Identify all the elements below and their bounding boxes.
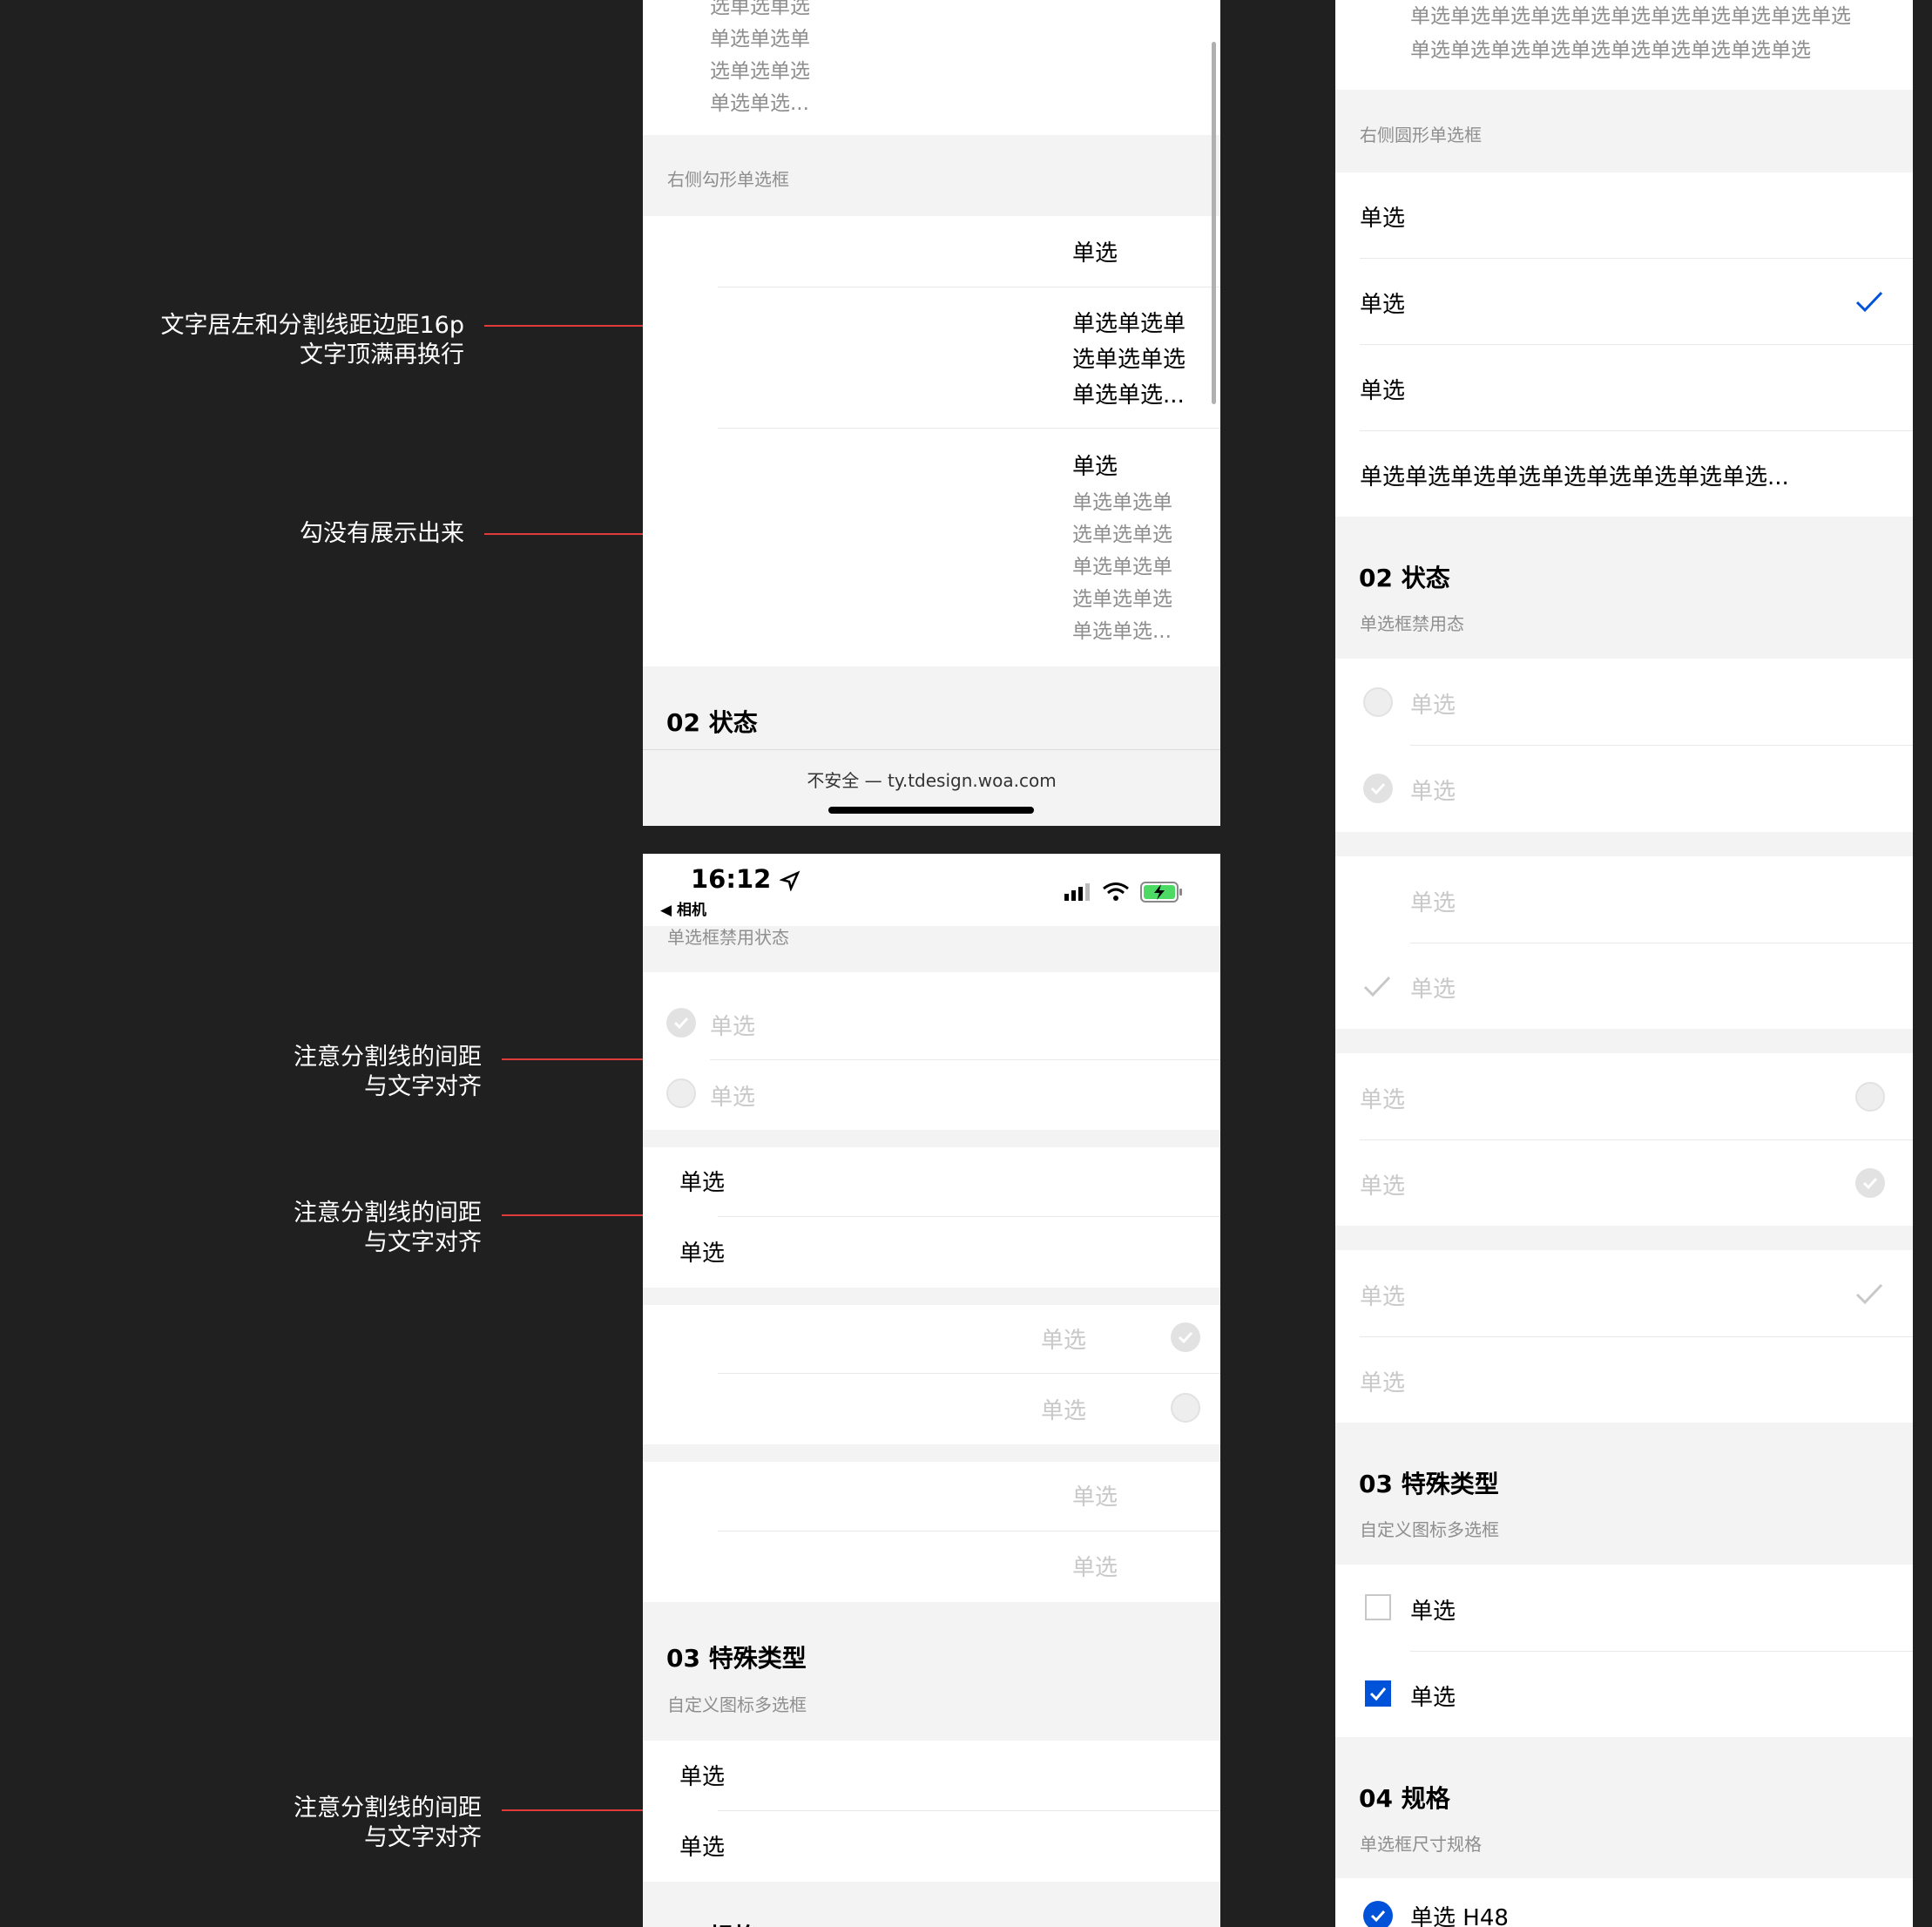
item-description: 单选单选单选单选单选单选单选单选单选单选单选 单选单选单选单选单选单选单选单选单… <box>1410 5 1851 62</box>
battery-charging-icon <box>1140 882 1182 903</box>
radio-item-label: 单选 <box>1360 1173 1406 1200</box>
disabled-checked-radio-icon <box>1855 1168 1885 1198</box>
radio-item-label: 单选 <box>1360 1087 1406 1113</box>
section-gap <box>1335 832 1913 856</box>
checkbox-checked-icon[interactable] <box>1365 1680 1391 1707</box>
checkbox-item-label[interactable]: 单选 <box>1410 1593 1456 1626</box>
back-to-app[interactable]: ◀ 相机 <box>660 897 706 919</box>
annotation-tick-missing: 勾没有展示出来 <box>300 520 464 547</box>
phone-screenshot-c: 单选单选单选单选单选单选单选单选单选单选单选 单选单选单选单选单选单选单选单选单… <box>1335 0 1913 1927</box>
scrollbar[interactable] <box>1212 42 1216 404</box>
radio-item-label: 单选 <box>1360 1284 1406 1310</box>
section-subtitle: 单选框尺寸规格 <box>1360 1834 1482 1855</box>
checked-radio-icon[interactable] <box>1363 1901 1393 1927</box>
checkbox-icon[interactable] <box>1365 1594 1391 1620</box>
radio-item-label[interactable]: 单选 <box>1360 373 1405 405</box>
divider <box>1360 1139 1913 1140</box>
annotation-divider-spacing: 注意分割线的间距 与文字对齐 <box>294 1044 482 1100</box>
radio-item-label[interactable]: 单选 <box>1360 200 1405 233</box>
home-indicator <box>828 807 1034 814</box>
section-subtitle: 自定义图标多选框 <box>667 1694 807 1715</box>
disabled-checked-radio-icon <box>666 1008 696 1038</box>
section-title: 03 特殊类型 <box>666 1644 807 1673</box>
divider <box>1360 430 1913 431</box>
radio-item-label: 单选 <box>1410 693 1456 719</box>
checkbox-item-label[interactable]: 单选 <box>679 1759 725 1791</box>
section-subtitle: 单选框禁用态 <box>1360 613 1464 634</box>
section-gap <box>643 1130 1220 1147</box>
radio-item-label: 单选 <box>1041 1328 1087 1354</box>
item-description: 选单选单选 单选单选单 选单选单选 单选单选... <box>710 0 810 115</box>
divider <box>718 1373 1220 1374</box>
divider <box>1360 1336 1913 1337</box>
annotation-divider-spacing: 注意分割线的间距 与文字对齐 <box>294 1200 482 1256</box>
divider <box>1360 344 1913 345</box>
url-bar[interactable]: 不安全 — ty.tdesign.woa.com <box>643 767 1220 792</box>
browser-bar-top-border <box>643 749 1220 750</box>
radio-item-label[interactable]: 单选单选单 选单选单选 单选单选... <box>1072 307 1186 414</box>
disabled-check-mark-icon <box>1855 1283 1883 1305</box>
disabled-checked-radio-icon <box>1171 1322 1200 1352</box>
disabled-radio-icon <box>1171 1393 1200 1423</box>
disabled-check-mark-icon <box>1363 976 1391 997</box>
checkbox-item-label[interactable]: 单选 <box>679 1829 725 1862</box>
radio-item-label[interactable]: 单选 <box>679 1165 725 1197</box>
radio-item-label: 单选 <box>710 1085 756 1111</box>
signal-icon <box>1064 883 1090 901</box>
divider <box>1360 258 1913 259</box>
radio-item-label: 单选 <box>1410 977 1456 1003</box>
divider <box>1410 745 1913 746</box>
radio-item-label[interactable]: 单选 <box>1360 287 1405 319</box>
annotation-divider-spacing: 注意分割线的间距 与文字对齐 <box>294 1795 482 1851</box>
section-title: 02 状态 <box>1359 564 1450 592</box>
item-description: 单选单选单 选单选单选 单选单选单 选单选单选 单选单选... <box>1072 491 1172 643</box>
section-gap <box>1335 1226 1913 1250</box>
disabled-radio-icon <box>1363 687 1393 717</box>
divider <box>718 1810 1220 1811</box>
divider <box>718 1216 1220 1217</box>
radio-item-label: 单选 <box>1410 890 1456 916</box>
section-title: 03 特殊类型 <box>1359 1470 1499 1498</box>
radio-item-label[interactable]: 单选 <box>1072 235 1118 267</box>
radio-item-label: 单选 <box>1041 1398 1087 1424</box>
divider <box>1410 1651 1913 1652</box>
section-header <box>643 666 1220 826</box>
disabled-radio-icon <box>666 1078 696 1108</box>
section-subtitle: 单选框禁用状态 <box>667 927 789 948</box>
wifi-icon <box>1103 882 1129 901</box>
section-gap <box>643 1444 1220 1462</box>
radio-item-label[interactable]: 单选 H48 <box>1410 1900 1509 1927</box>
section-subtitle: 自定义图标多选框 <box>1360 1519 1499 1540</box>
check-mark-icon <box>1855 291 1883 313</box>
radio-item-label[interactable]: 单选 <box>679 1235 725 1268</box>
disabled-radio-icon <box>1855 1082 1885 1112</box>
checkbox-item-label[interactable]: 单选 <box>1410 1680 1456 1712</box>
radio-item-label: 单选 <box>1410 779 1456 805</box>
divider <box>710 1059 1220 1060</box>
divider <box>718 428 1220 429</box>
phone-screenshot-a: 选单选单选 单选单选单 选单选单选 单选单选... 右侧勾形单选框 单选 单选单… <box>643 0 1220 826</box>
section-subtitle: 右侧勾形单选框 <box>667 169 789 190</box>
radio-item-label: 单选 <box>710 1014 756 1040</box>
radio-item-label[interactable]: 单选 <box>1072 449 1118 481</box>
section-title: 04 规格 <box>1359 1784 1450 1813</box>
section-title: 02 状态 <box>666 708 758 737</box>
radio-item-label[interactable]: 单选单选单选单选单选单选单选单选单选... <box>1360 459 1789 491</box>
annotation-text-alignment: 文字居左和分割线距边距16p 文字顶满再换行 <box>160 312 465 368</box>
section-title-partial: 04 规格 <box>666 1918 758 1927</box>
section-subtitle: 右侧圆形单选框 <box>1360 125 1482 145</box>
radio-item-label: 单选 <box>1072 1555 1118 1581</box>
section-gap <box>643 1288 1220 1305</box>
radio-item-label: 单选 <box>1360 1370 1406 1396</box>
section-gap <box>1335 1029 1913 1053</box>
phone-screenshot-b: 16:12 ◀ 相机 单选框禁用状态 单选 单选 单选 单选 单选 单选 单选 … <box>643 854 1220 1927</box>
location-arrow-icon <box>779 870 800 892</box>
disabled-checked-radio-icon <box>1363 774 1393 803</box>
radio-item-label: 单选 <box>1072 1484 1118 1511</box>
status-time: 16:12 <box>691 864 800 894</box>
